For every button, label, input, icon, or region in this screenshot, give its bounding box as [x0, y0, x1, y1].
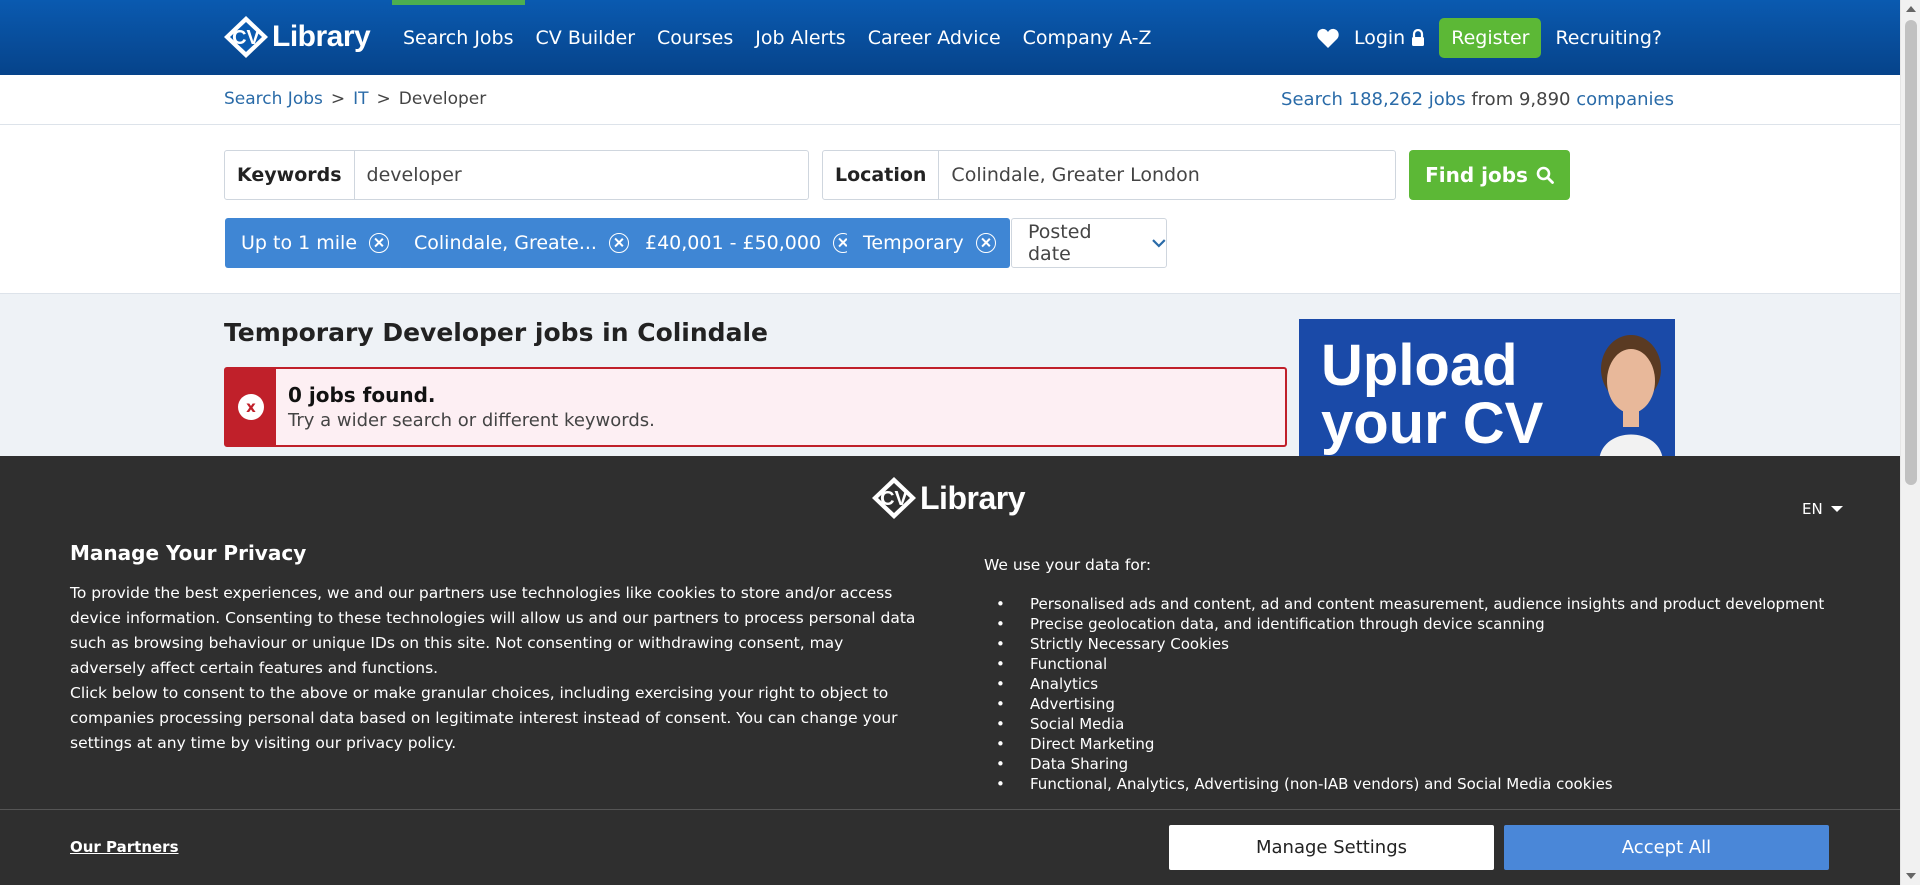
search-area: Keywords Location Find jobs Up to 1 mile…	[0, 125, 1900, 294]
filter-chip-label: Temporary	[863, 232, 964, 254]
nav-career-advice[interactable]: Career Advice	[857, 0, 1012, 75]
results-heading: Temporary Developer jobs in Colindale	[224, 318, 768, 347]
data-uses-list: Personalised ads and content, ad and con…	[996, 594, 1824, 794]
data-use-item: Social Media	[996, 714, 1824, 734]
privacy-logo-text: Library	[920, 479, 1025, 516]
breadcrumb-it[interactable]: IT	[353, 89, 368, 109]
our-partners-link[interactable]: Our Partners	[70, 838, 179, 856]
privacy-body: To provide the best experiences, we and …	[70, 581, 920, 756]
stats-jobs[interactable]: 188,262 jobs	[1349, 89, 1466, 110]
nav-company-a-z[interactable]: Company A-Z	[1012, 0, 1163, 75]
keywords-input[interactable]	[354, 151, 808, 199]
data-use-item: Personalised ads and content, ad and con…	[996, 594, 1824, 614]
error-icon: x	[238, 394, 264, 420]
breadcrumb-bar: Search Jobs > IT > Developer Search 188,…	[0, 75, 1900, 125]
page-scrollbar[interactable]	[1900, 0, 1920, 885]
keywords-label: Keywords	[225, 151, 355, 199]
login-label: Login	[1353, 26, 1406, 49]
find-jobs-label: Find jobs	[1425, 163, 1528, 187]
upload-cv-ad[interactable]: Upload your CV	[1299, 319, 1675, 459]
scroll-up-arrow[interactable]	[1906, 6, 1916, 12]
caret-down-icon	[1830, 506, 1843, 512]
location-input[interactable]	[939, 151, 1395, 199]
main-nav: Search Jobs CV Builder Courses Job Alert…	[392, 0, 1163, 75]
nav-courses[interactable]: Courses	[646, 0, 744, 75]
privacy-paragraph-2: Click below to consent to the above or m…	[70, 684, 898, 752]
find-jobs-button[interactable]: Find jobs	[1409, 150, 1570, 200]
nav-right: Login Register Recruiting?	[1316, 0, 1662, 75]
recruiting-link[interactable]: Recruiting?	[1555, 27, 1662, 49]
register-button[interactable]: Register	[1439, 17, 1542, 58]
remove-filter-icon[interactable]	[608, 233, 629, 253]
data-use-item: Precise geolocation data, and identifica…	[996, 614, 1824, 634]
lock-icon	[1412, 28, 1425, 46]
chevron-down-icon	[1152, 238, 1166, 247]
filter-chip-distance[interactable]: Up to 1 mile	[225, 218, 404, 268]
manage-settings-button[interactable]: Manage Settings	[1169, 825, 1494, 870]
data-use-item: Advertising	[996, 694, 1824, 714]
cv-library-logo[interactable]: CV Library	[222, 12, 371, 62]
privacy-logo: CV Library	[870, 476, 1025, 520]
breadcrumb-separator: >	[330, 89, 346, 109]
alert-text: Try a wider search or different keywords…	[288, 410, 655, 431]
ad-text: Upload your CV	[1321, 337, 1543, 453]
nav-job-alerts[interactable]: Job Alerts	[744, 0, 856, 75]
filter-chip-location[interactable]: Colindale, Greate...	[398, 218, 643, 268]
filter-chip-label: £40,001 - £50,000	[645, 232, 822, 254]
nav-search-jobs[interactable]: Search Jobs	[392, 0, 525, 75]
remove-filter-icon[interactable]	[975, 233, 996, 253]
location-field: Location	[822, 150, 1396, 200]
breadcrumb-separator: >	[376, 89, 391, 109]
scroll-down-arrow[interactable]	[1906, 873, 1916, 879]
scroll-thumb[interactable]	[1905, 20, 1917, 485]
data-use-item: Functional	[996, 654, 1824, 674]
filter-chip-job-type[interactable]: Temporary	[847, 218, 1010, 268]
filter-chip-label: Up to 1 mile	[241, 232, 358, 254]
stats-count: 9,890	[1518, 89, 1571, 110]
svg-text:CV: CV	[880, 488, 908, 510]
cv-logo-icon: CV	[224, 16, 268, 58]
stats-companies[interactable]: companies	[1576, 89, 1674, 110]
job-stats: Search 188,262 jobs from 9,890 companies	[1281, 89, 1674, 110]
search-icon	[1536, 166, 1554, 184]
cv-logo-icon: CV	[872, 477, 916, 519]
ad-line-2: your CV	[1321, 391, 1544, 456]
posted-date-label: Posted date	[1028, 221, 1092, 265]
breadcrumb: Search Jobs > IT > Developer	[224, 89, 486, 109]
login-link[interactable]: Login	[1354, 27, 1425, 49]
privacy-divider	[0, 809, 1900, 810]
ad-portrait-image	[1599, 335, 1663, 459]
privacy-title: Manage Your Privacy	[70, 541, 307, 565]
language-label: EN	[1802, 500, 1823, 518]
keywords-field: Keywords	[224, 150, 809, 200]
alert-side: x	[226, 369, 276, 445]
data-use-item: Data Sharing	[996, 754, 1824, 774]
privacy-banner: CV Library EN Manage Your Privacy To pro…	[0, 456, 1900, 885]
data-use-item: Strictly Necessary Cookies	[996, 634, 1824, 654]
stats-prefix[interactable]: Search	[1281, 89, 1343, 110]
alert-title: 0 jobs found.	[288, 383, 436, 407]
data-use-item: Functional, Analytics, Advertising (non-…	[996, 774, 1824, 794]
top-navigation: CV Library Search Jobs CV Builder Course…	[0, 0, 1900, 75]
filter-chip-salary[interactable]: £40,001 - £50,000	[629, 218, 868, 268]
data-use-item: Analytics	[996, 674, 1824, 694]
posted-date-dropdown[interactable]: Posted date	[1011, 218, 1167, 268]
breadcrumb-search-jobs[interactable]: Search Jobs	[224, 89, 323, 109]
data-use-item: Direct Marketing	[996, 734, 1824, 754]
remove-filter-icon[interactable]	[369, 233, 390, 253]
svg-text:CV: CV	[232, 27, 260, 49]
accept-all-button[interactable]: Accept All	[1504, 825, 1829, 870]
nav-cv-builder[interactable]: CV Builder	[525, 0, 647, 75]
filter-chip-label: Colindale, Greate...	[414, 232, 597, 254]
breadcrumb-developer: Developer	[398, 89, 487, 109]
stats-middle: from	[1471, 89, 1514, 110]
ad-line-1: Upload	[1321, 333, 1518, 398]
data-uses-heading: We use your data for:	[984, 556, 1152, 574]
location-label: Location	[823, 151, 940, 199]
no-results-alert: x 0 jobs found. Try a wider search or di…	[224, 367, 1287, 447]
logo-text: Library	[272, 20, 371, 53]
heart-icon[interactable]	[1316, 27, 1340, 49]
privacy-paragraph-1: To provide the best experiences, we and …	[70, 584, 916, 677]
language-selector[interactable]: EN	[1802, 500, 1843, 518]
